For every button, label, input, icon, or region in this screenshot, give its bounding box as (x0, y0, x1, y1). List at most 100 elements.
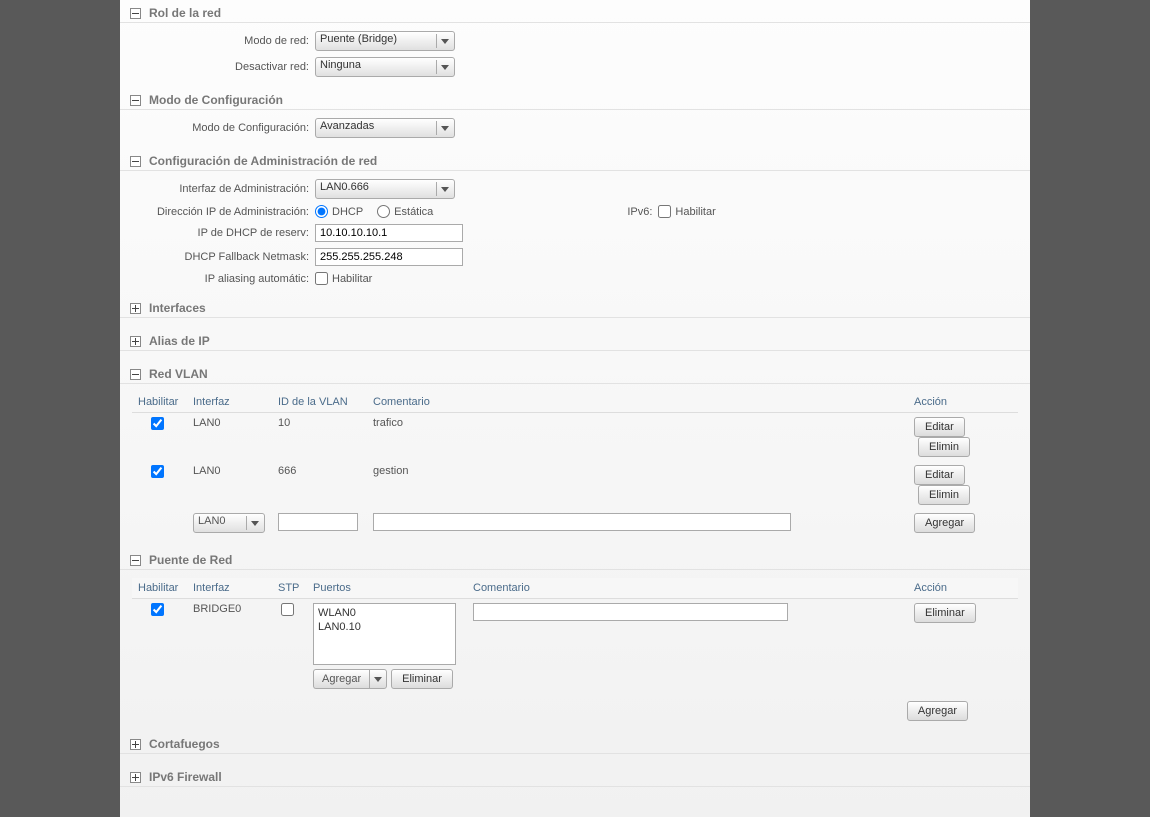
list-item[interactable]: LAN0.10 (318, 620, 451, 634)
vlan-comment-cell: gestion (367, 461, 908, 509)
section-header-vlan[interactable]: Red VLAN (120, 363, 1030, 384)
bridge-iface-cell: BRIDGE0 (187, 599, 272, 694)
section-header-bridge[interactable]: Puente de Red (120, 549, 1030, 570)
col-action: Acción (908, 392, 1018, 413)
network-mode-label: Modo de red: (120, 35, 315, 47)
col-vlan-id: ID de la VLAN (272, 392, 367, 413)
bridge-add-button[interactable]: Agregar (907, 701, 968, 721)
expand-icon (130, 772, 141, 783)
vlan-new-iface-select[interactable]: LAN0 (193, 513, 265, 533)
section-title: Alias de IP (149, 334, 210, 348)
chevron-down-icon (441, 39, 449, 44)
col-comment: Comentario (367, 392, 908, 413)
bridge-delete-port-button[interactable]: Eliminar (391, 669, 453, 689)
vlan-new-id-input[interactable] (278, 513, 358, 531)
fallback-mask-label: DHCP Fallback Netmask: (120, 251, 315, 263)
vlan-enable-checkbox[interactable] (151, 465, 164, 478)
ip-aliasing-label: IP aliasing automátic: (120, 273, 315, 285)
section-header-interfaces[interactable]: Interfaces (120, 297, 1030, 318)
section-title: Red VLAN (149, 367, 208, 381)
ipv6-label: IPv6: (627, 206, 652, 218)
collapse-icon (130, 555, 141, 566)
chevron-down-icon[interactable] (369, 669, 387, 689)
ip-aliasing-enable-label: Habilitar (332, 273, 372, 285)
col-ports: Puertos (307, 578, 467, 599)
col-action: Acción (908, 578, 1018, 599)
table-header-row: Habilitar Interfaz ID de la VLAN Comenta… (132, 392, 1018, 413)
section-header-ip-alias[interactable]: Alias de IP (120, 330, 1030, 351)
config-mode-select[interactable]: Avanzadas (315, 118, 455, 138)
section-header-network-role[interactable]: Rol de la red (120, 2, 1030, 23)
section-title: Rol de la red (149, 6, 221, 20)
section-title: IPv6 Firewall (149, 770, 222, 784)
section-title: Puente de Red (149, 553, 232, 567)
ip-aliasing-checkbox[interactable] (315, 272, 328, 285)
fallback-mask-input[interactable] (315, 248, 463, 266)
mgmt-ip-static-radio[interactable] (377, 205, 390, 218)
network-mode-select[interactable]: Puente (Bridge) (315, 31, 455, 51)
chevron-down-icon (441, 187, 449, 192)
config-mode-label: Modo de Configuración: (120, 122, 315, 134)
section-header-ipv6-firewall[interactable]: IPv6 Firewall (120, 766, 1030, 787)
table-header-row: Habilitar Interfaz STP Puertos Comentari… (132, 578, 1018, 599)
ipv6-enable-checkbox[interactable] (658, 205, 671, 218)
chevron-down-icon (251, 521, 259, 526)
collapse-icon (130, 369, 141, 380)
col-iface: Interfaz (187, 578, 272, 599)
col-stp: STP (272, 578, 307, 599)
bridge-stp-checkbox[interactable] (281, 603, 294, 616)
add-button[interactable]: Agregar (914, 513, 975, 533)
collapse-icon (130, 95, 141, 106)
section-title: Cortafuegos (149, 737, 220, 751)
expand-icon (130, 739, 141, 750)
mgmt-ip-label: Dirección IP de Administración: (120, 206, 315, 218)
vlan-table: Habilitar Interfaz ID de la VLAN Comenta… (132, 392, 1018, 537)
collapse-icon (130, 8, 141, 19)
col-iface: Interfaz (187, 392, 272, 413)
vlan-iface-cell: LAN0 (187, 461, 272, 509)
dhcp-radio-label: DHCP (332, 206, 363, 218)
bridge-add-port-combo-button[interactable]: Agregar (313, 669, 387, 689)
mgmt-iface-label: Interfaz de Administración: (120, 183, 315, 195)
vlan-new-comment-input[interactable] (373, 513, 791, 531)
vlan-id-cell: 666 (272, 461, 367, 509)
chevron-down-icon (441, 65, 449, 70)
bridge-ports-listbox[interactable]: WLAN0 LAN0.10 (313, 603, 456, 665)
section-title: Modo de Configuración (149, 93, 283, 107)
section-title: Interfaces (149, 301, 206, 315)
static-radio-label: Estática (394, 206, 433, 218)
edit-button[interactable]: Editar (914, 417, 965, 437)
section-header-config-mode[interactable]: Modo de Configuración (120, 89, 1030, 110)
bridge-delete-button[interactable]: Eliminar (914, 603, 976, 623)
expand-icon (130, 336, 141, 347)
col-enable: Habilitar (132, 392, 187, 413)
disable-network-select[interactable]: Ninguna (315, 57, 455, 77)
ipv6-enable-label: Habilitar (675, 206, 715, 218)
vlan-comment-cell: trafico (367, 413, 908, 462)
list-item[interactable]: WLAN0 (318, 606, 451, 620)
table-row-new: LAN0 Agregar (132, 509, 1018, 537)
expand-icon (130, 303, 141, 314)
bridge-comment-input[interactable] (473, 603, 788, 621)
bridge-enable-checkbox[interactable] (151, 603, 164, 616)
col-comment: Comentario (467, 578, 908, 599)
col-enable: Habilitar (132, 578, 187, 599)
dhcp-reserve-label: IP de DHCP de reserv: (120, 227, 315, 239)
table-row: LAN0 666 gestion Editar Elimin (132, 461, 1018, 509)
delete-button[interactable]: Elimin (918, 485, 970, 505)
mgmt-iface-select[interactable]: LAN0.666 (315, 179, 455, 199)
chevron-down-icon (441, 126, 449, 131)
section-title: Configuración de Administración de red (149, 154, 377, 168)
edit-button[interactable]: Editar (914, 465, 965, 485)
bridge-table: Habilitar Interfaz STP Puertos Comentari… (132, 578, 1018, 693)
section-header-net-admin[interactable]: Configuración de Administración de red (120, 150, 1030, 171)
disable-network-label: Desactivar red: (120, 61, 315, 73)
delete-button[interactable]: Elimin (918, 437, 970, 457)
mgmt-ip-dhcp-radio[interactable] (315, 205, 328, 218)
vlan-iface-cell: LAN0 (187, 413, 272, 462)
vlan-id-cell: 10 (272, 413, 367, 462)
dhcp-reserve-input[interactable] (315, 224, 463, 242)
table-row: BRIDGE0 WLAN0 LAN0.10 Agregar (132, 599, 1018, 694)
vlan-enable-checkbox[interactable] (151, 417, 164, 430)
table-row: LAN0 10 trafico Editar Elimin (132, 413, 1018, 462)
